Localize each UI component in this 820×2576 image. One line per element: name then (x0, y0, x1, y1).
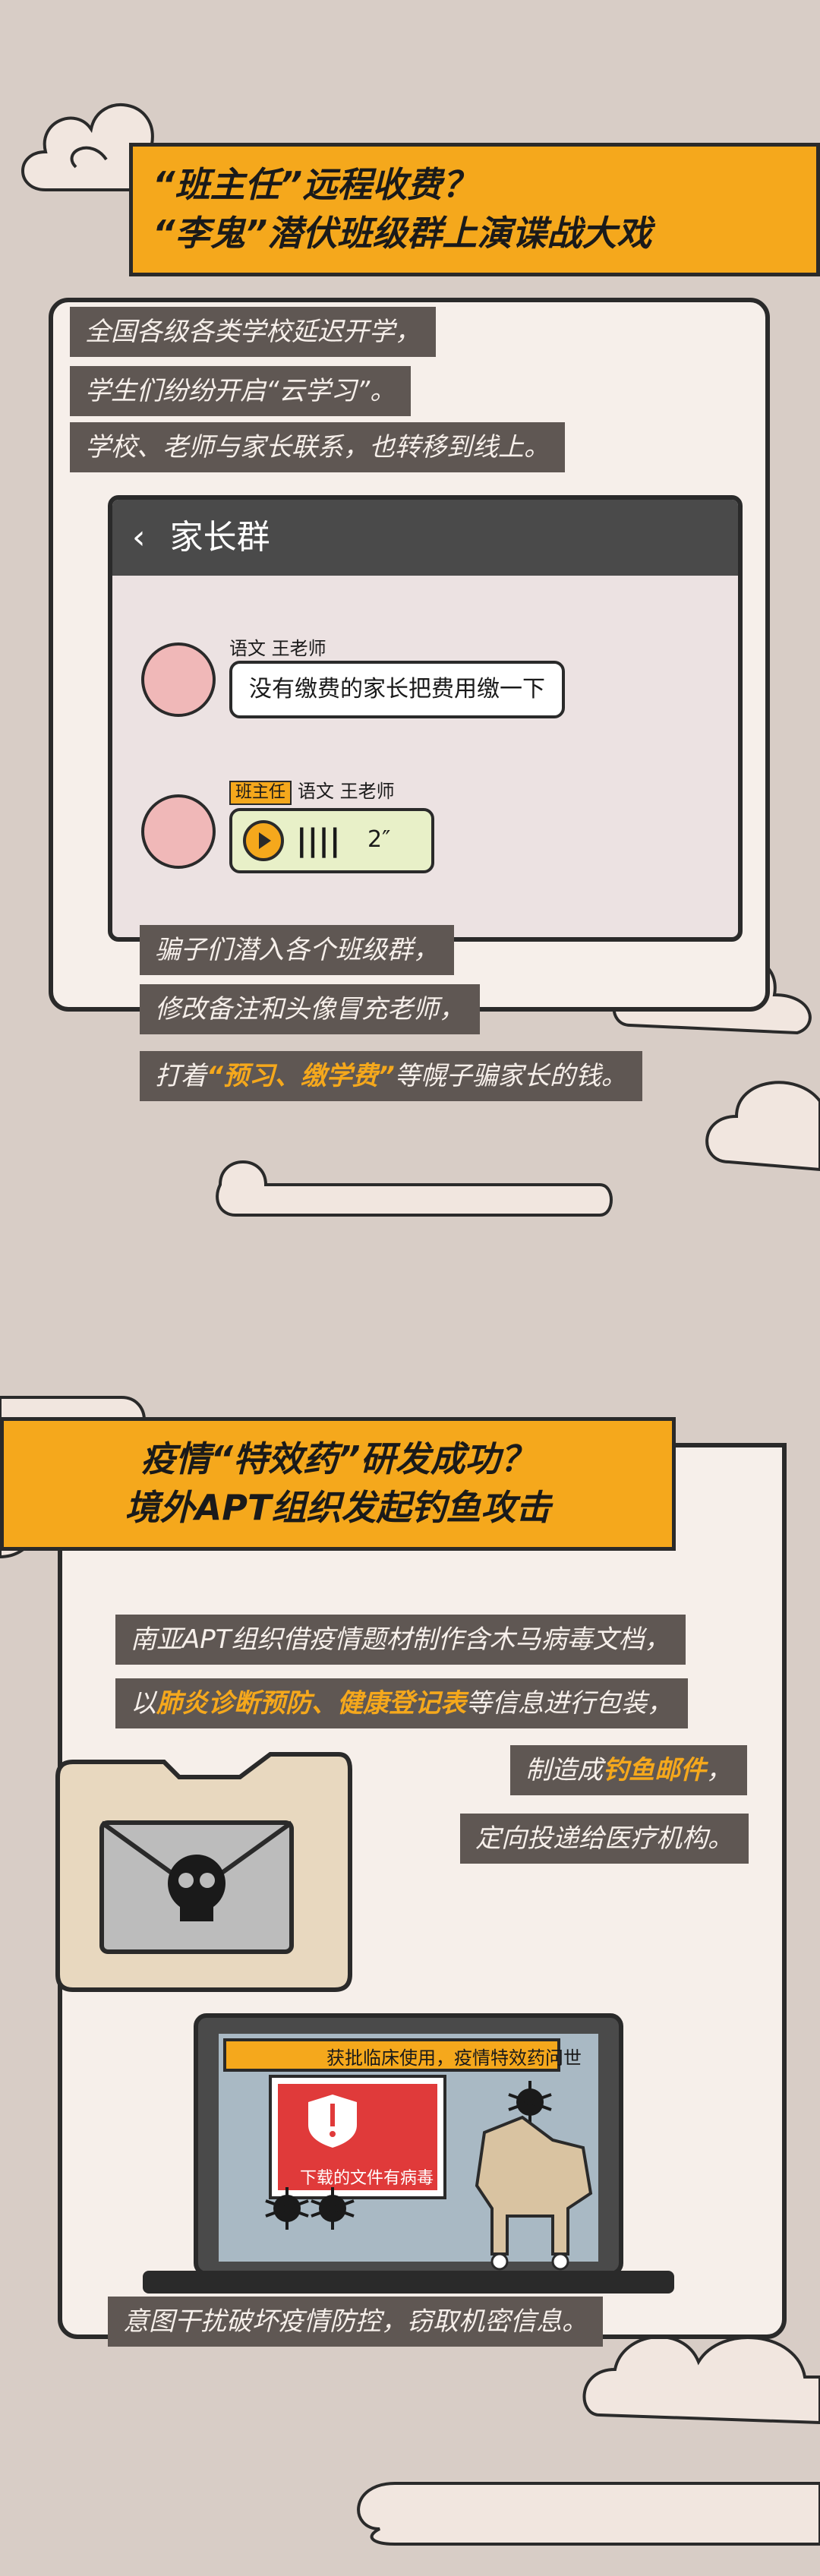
message1-sender: 语文 王老师 (229, 638, 326, 659)
voice-wave-icon: |||| (296, 823, 341, 858)
message2-sender-name: 语文 王老师 (298, 781, 395, 802)
phishing-folder-icon (55, 1752, 352, 1992)
section2-caption-4: 定向投递给医疗机构。 (460, 1814, 749, 1864)
message2-sender: 班主任 语文 王老师 (229, 776, 395, 805)
head-teacher-tag: 班主任 (229, 781, 292, 805)
caption3b-highlight: 钓鱼邮件 (603, 1755, 706, 1785)
teacher-avatar-1 (141, 642, 216, 717)
section2-final-caption: 意图干扰破坏疫情防控，窃取机密信息。 (108, 2297, 603, 2347)
caption2-pre: 以 (131, 1688, 156, 1719)
cloud-decoration-bottom (357, 2482, 820, 2546)
section1-bottom-caption-1: 骗子们潜入各个班级群， (140, 925, 454, 975)
section2-caption-1: 南亚APT组织借疫情题材制作含木马病毒文档， (115, 1615, 686, 1665)
section1-title-line2: “李鬼”潜伏班级群上演谍战大戏 (153, 213, 652, 254)
section2-title-banner: 疫情“特效药”研发成功？ 境外APT组织发起钓鱼攻击 (0, 1417, 676, 1551)
section2-title-line1: 疫情“特效药”研发成功？ (140, 1438, 535, 1479)
voice-message-bubble[interactable]: |||| 2″ (229, 808, 434, 873)
play-icon[interactable] (243, 820, 284, 861)
caption2-highlight: 肺炎诊断预防、健康登记表 (156, 1688, 466, 1719)
email-subject-text: 获批临床使用，疫情特效药问世 (326, 2047, 582, 2069)
section1-bottom-caption-2: 修改备注和头像冒充老师， (140, 984, 480, 1034)
section1-caption-1: 全国各级各类学校延迟开学， (70, 307, 436, 357)
section1-title-line1: “班主任”远程收费？ (153, 164, 478, 205)
caption3-post: 等幌子骗家长的钱。 (394, 1061, 627, 1091)
caption3b-post: ， (706, 1755, 732, 1785)
message1-bubble: 没有缴费的家长把费用缴一下 (229, 661, 565, 718)
caption3-pre: 打着 (155, 1061, 207, 1091)
caption3-highlight: “预习、缴学费” (207, 1061, 395, 1091)
section1-caption-2: 学生们纷纷开启“云学习”。 (70, 366, 412, 416)
teacher-avatar-2 (141, 794, 216, 869)
voice-duration: 2″ (367, 826, 391, 853)
cloud-decoration-swirl (216, 1160, 613, 1217)
cloud-decoration-right-2 (705, 1081, 820, 1172)
chat-title: 家长群 (169, 518, 270, 557)
section2-caption-2: 以肺炎诊断预防、健康登记表等信息进行包装， (115, 1678, 688, 1728)
section1-caption-3: 学校、老师与家长联系，也转移到线上。 (70, 422, 565, 472)
back-chevron-icon[interactable]: ‹ (132, 518, 146, 557)
chat-header: ‹ 家长群 (112, 500, 738, 576)
section2-title-line2: 境外APT组织发起钓鱼攻击 (125, 1487, 551, 1528)
virus-warning-text: 下载的文件有病毒 (299, 2169, 434, 2188)
parent-group-chat: ‹ 家长群 语文 王老师 没有缴费的家长把费用缴一下 班主任 语文 王老师 |||… (108, 495, 743, 942)
caption2-post: 等信息进行包装， (466, 1688, 673, 1719)
section1-title-banner: “班主任”远程收费？ “李鬼”潜伏班级群上演谍战大戏 (129, 143, 820, 276)
section2-caption-3: 制造成钓鱼邮件， (510, 1745, 747, 1795)
section1-bottom-caption-3: 打着“预习、缴学费”等幌子骗家长的钱。 (140, 1051, 642, 1101)
caption3b-pre: 制造成 (525, 1755, 603, 1785)
